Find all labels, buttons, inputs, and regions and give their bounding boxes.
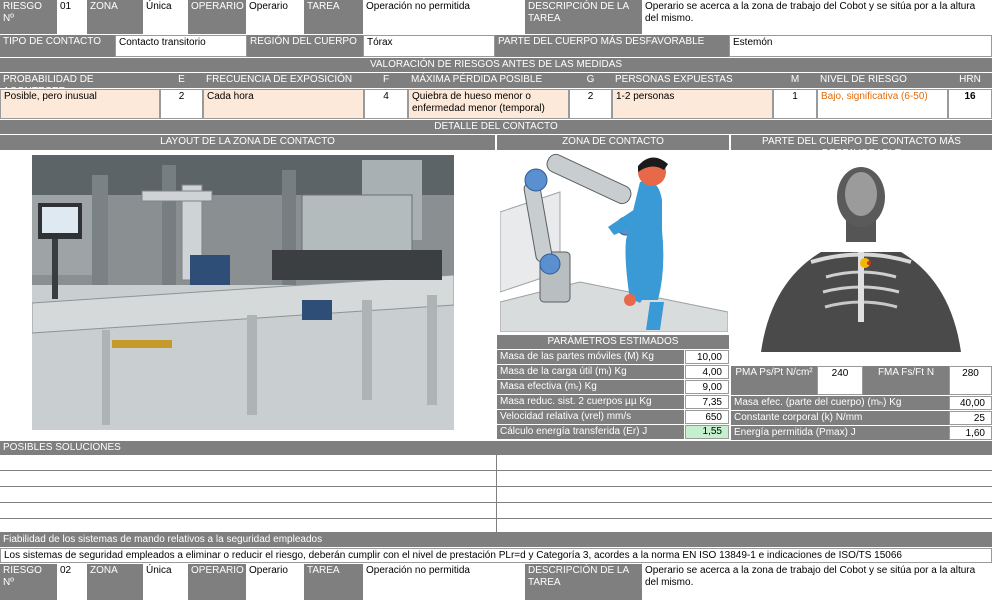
param-label-carga-util: Masa de la carga útil (mₗ) Kg — [497, 365, 684, 379]
parametros-title: PARÁMETROS ESTIMADOS — [497, 335, 729, 349]
body-xray-image — [731, 152, 992, 352]
parte-value: Estemón — [729, 35, 992, 57]
fma-value: 280 — [949, 366, 992, 395]
val-header-perdida: MÁXIMA PÉRDIDA POSIBLE — [408, 73, 569, 88]
tarea-label: TAREA — [304, 0, 363, 34]
val-personas: 1-2 personas — [612, 89, 773, 119]
fiabilidad-text: Los sistemas de seguridad empleados a el… — [0, 548, 992, 563]
param-value-masa-cuerpo: 40,00 — [949, 396, 992, 410]
valoracion-title: VALORACIÓN DE RIESGOS ANTES DE LAS MEDID… — [0, 58, 992, 72]
tipo-contacto-label: TIPO DE CONTACTO — [0, 35, 115, 57]
detalle-title: DETALLE DEL CONTACTO — [0, 120, 992, 134]
val-header-e: E — [160, 73, 203, 88]
descripcion2-label: DESCRIPCIÓN DE LA TAREA — [525, 564, 642, 600]
val-f: 4 — [364, 89, 408, 119]
val-header-f: F — [364, 73, 408, 88]
val-perdida: Quiebra de hueso menor o enfermedad meno… — [408, 89, 569, 119]
tipo-contacto-value: Contacto transitorio — [115, 35, 247, 57]
val-e: 2 — [160, 89, 203, 119]
param-value-energia-transferida: 1,55 — [685, 425, 729, 439]
val-header-m: M — [773, 73, 817, 88]
zona2-label: ZONA — [87, 564, 143, 600]
cobot-operator-illustration — [500, 152, 728, 332]
val-hrn: 16 — [948, 89, 992, 119]
descripcion2-value: Operario se acerca a la zona de trabajo … — [642, 564, 992, 600]
param-value-masa-moviles: 10,00 — [685, 350, 729, 364]
param-value-masa-efectiva: 9,00 — [685, 380, 729, 394]
factory-layout-image — [32, 155, 454, 430]
riesgo2-label: RIESGO Nº — [0, 564, 57, 600]
val-header-nivel: NIVEL DE RIESGO — [817, 73, 948, 88]
operario-value: Operario — [246, 0, 304, 34]
param-value-velocidad: 650 — [685, 410, 729, 424]
descripcion-value: Operario se acerca a la zona de trabajo … — [642, 0, 992, 34]
param-value-carga-util: 4,00 — [685, 365, 729, 379]
param-value-masa-reducida: 7,35 — [685, 395, 729, 409]
param-label-masa-efectiva: Masa efectiva (mᵣ) Kg — [497, 380, 684, 394]
val-header-frecuencia: FRECUENCIA DE EXPOSICIÓN — [203, 73, 364, 88]
fma-label: FMA Fs/Ft N — [863, 366, 949, 395]
val-g: 2 — [569, 89, 612, 119]
val-nivel: Bajo, significativa (6-50) — [817, 89, 948, 119]
zona-value: Única — [143, 0, 188, 34]
parte-cuerpo-contacto-label: PARTE DEL CUERPO DE CONTACTO MÁS DESFAVO… — [731, 135, 992, 150]
riesgo-number: 01 — [57, 0, 87, 34]
val-header-g: G — [569, 73, 612, 88]
riesgo2-number: 02 — [57, 564, 87, 600]
val-header-probabilidad: PROBABILIDAD DE ACONTECER — [0, 73, 160, 88]
zona2-value: Única — [143, 564, 188, 600]
tarea2-value: Operación no permitida — [363, 564, 525, 600]
descripcion-label: DESCRIPCIÓN DE LA TAREA — [525, 0, 642, 34]
zona-label: ZONA — [87, 0, 143, 34]
operario2-value: Operario — [246, 564, 304, 600]
layout-zona-label: LAYOUT DE LA ZONA DE CONTACTO — [0, 135, 495, 150]
param-label-masa-moviles: Masa de las partes móviles (M) Kg — [497, 350, 684, 364]
param-value-constante: 25 — [949, 411, 992, 425]
param-label-masa-cuerpo: Masa efec. (parte del cuerpo) (mₕ) Kg — [731, 396, 949, 410]
fiabilidad-title: Fiabilidad de los sistemas de mando rela… — [0, 533, 992, 547]
zona-contacto-label: ZONA DE CONTACTO — [497, 135, 729, 150]
val-frecuencia: Cada hora — [203, 89, 364, 119]
region-label: REGIÓN DEL CUERPO — [247, 35, 363, 57]
val-m: 1 — [773, 89, 817, 119]
parte-label: PARTE DEL CUERPO MÁS DESFAVORABLE — [495, 35, 729, 57]
param-value-energia-permitida: 1,60 — [949, 426, 992, 440]
val-probabilidad: Posible, pero inusual — [0, 89, 160, 119]
param-label-energia-permitida: Energía permitida (Pmax) J — [731, 426, 949, 440]
param-label-constante: Constante corporal (k) N/mm — [731, 411, 949, 425]
operario2-label: OPERARIO — [188, 564, 246, 600]
pma-value: 240 — [817, 366, 863, 395]
region-value: Tórax — [363, 35, 495, 57]
soluciones-grid — [0, 455, 992, 533]
riesgo-label: RIESGO Nº — [0, 0, 57, 34]
param-label-velocidad: Velocidad relativa (vrel) mm/s — [497, 410, 684, 424]
tarea2-label: TAREA — [304, 564, 363, 600]
param-label-energia-transferida: Cálculo energía transferida (Er) J — [497, 425, 684, 439]
soluciones-title: POSIBLES SOLUCIONES — [0, 441, 992, 455]
param-label-masa-reducida: Masa reduc. sist. 2 cuerpos µµ Kg — [497, 395, 684, 409]
val-header-personas: PERSONAS EXPUESTAS — [612, 73, 773, 88]
val-header-hrn: HRN — [948, 73, 992, 88]
tarea-value: Operación no permitida — [363, 0, 525, 34]
pma-label: PMA Ps/Pt N/cm² — [731, 366, 817, 395]
operario-label: OPERARIO — [188, 0, 246, 34]
